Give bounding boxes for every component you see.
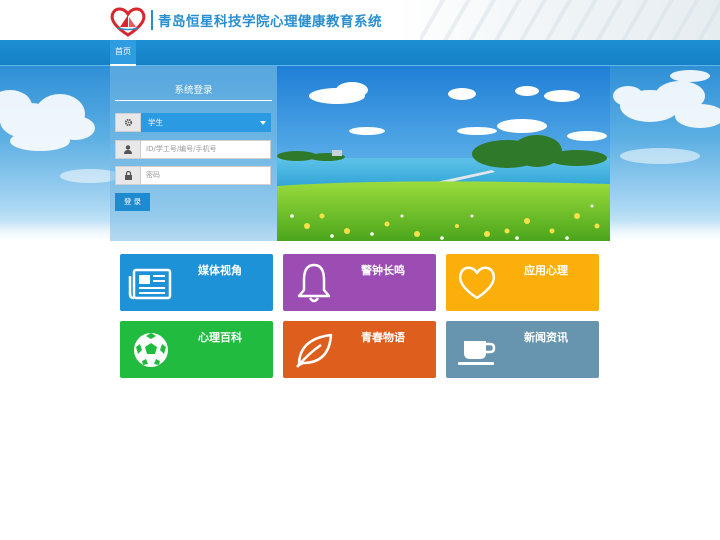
tile-label: 新闻资讯 xyxy=(524,331,568,344)
login-panel: 系统登录 学生 ID/学工号/编号/手机号 密码 登 录 xyxy=(110,66,277,241)
role-select-row: 学生 xyxy=(115,113,271,132)
tile-psychology-encyclopedia[interactable]: 心理百科 xyxy=(120,321,273,378)
username-row: ID/学工号/编号/手机号 xyxy=(115,140,271,159)
tile-label: 应用心理 xyxy=(524,264,568,277)
login-title: 系统登录 xyxy=(115,82,272,101)
gear-icon xyxy=(115,113,141,132)
heart-sail-logo-icon xyxy=(110,7,146,37)
bell-icon xyxy=(297,263,331,303)
nav-item-home[interactable]: 首页 xyxy=(110,40,136,66)
soccer-ball-icon xyxy=(134,333,168,367)
tile-label: 媒体视角 xyxy=(198,264,242,277)
site-header: 青岛恒星科技学院心理健康教育系统 xyxy=(0,0,720,40)
newspaper-icon xyxy=(128,268,172,300)
scenic-banner-image xyxy=(277,66,610,241)
password-row: 密码 xyxy=(115,166,271,185)
login-button[interactable]: 登 录 xyxy=(115,193,150,211)
tile-applied-psychology[interactable]: 应用心理 xyxy=(446,254,599,311)
chevron-down-icon xyxy=(260,121,266,125)
tile-media-perspective[interactable]: 媒体视角 xyxy=(120,254,273,311)
role-select-value: 学生 xyxy=(148,118,163,127)
password-input[interactable]: 密码 xyxy=(141,166,271,185)
tile-label: 青春物语 xyxy=(361,331,405,344)
lock-icon xyxy=(115,166,141,185)
tile-warning-bell[interactable]: 警钟长鸣 xyxy=(283,254,436,311)
logo-divider xyxy=(151,10,153,30)
tile-label: 心理百科 xyxy=(198,331,242,344)
leaf-icon xyxy=(296,333,333,368)
tile-label: 警钟长鸣 xyxy=(361,264,405,277)
user-icon xyxy=(115,140,141,159)
tile-youth-stories[interactable]: 青春物语 xyxy=(283,321,436,378)
tile-news[interactable]: 新闻资讯 xyxy=(446,321,599,378)
site-title: 青岛恒星科技学院心理健康教育系统 xyxy=(158,14,382,30)
username-input[interactable]: ID/学工号/编号/手机号 xyxy=(141,140,271,159)
role-select[interactable]: 学生 xyxy=(141,113,271,132)
coffee-cup-icon xyxy=(458,341,496,365)
main-nav: 首页 xyxy=(0,40,720,66)
heart-icon xyxy=(458,266,496,300)
